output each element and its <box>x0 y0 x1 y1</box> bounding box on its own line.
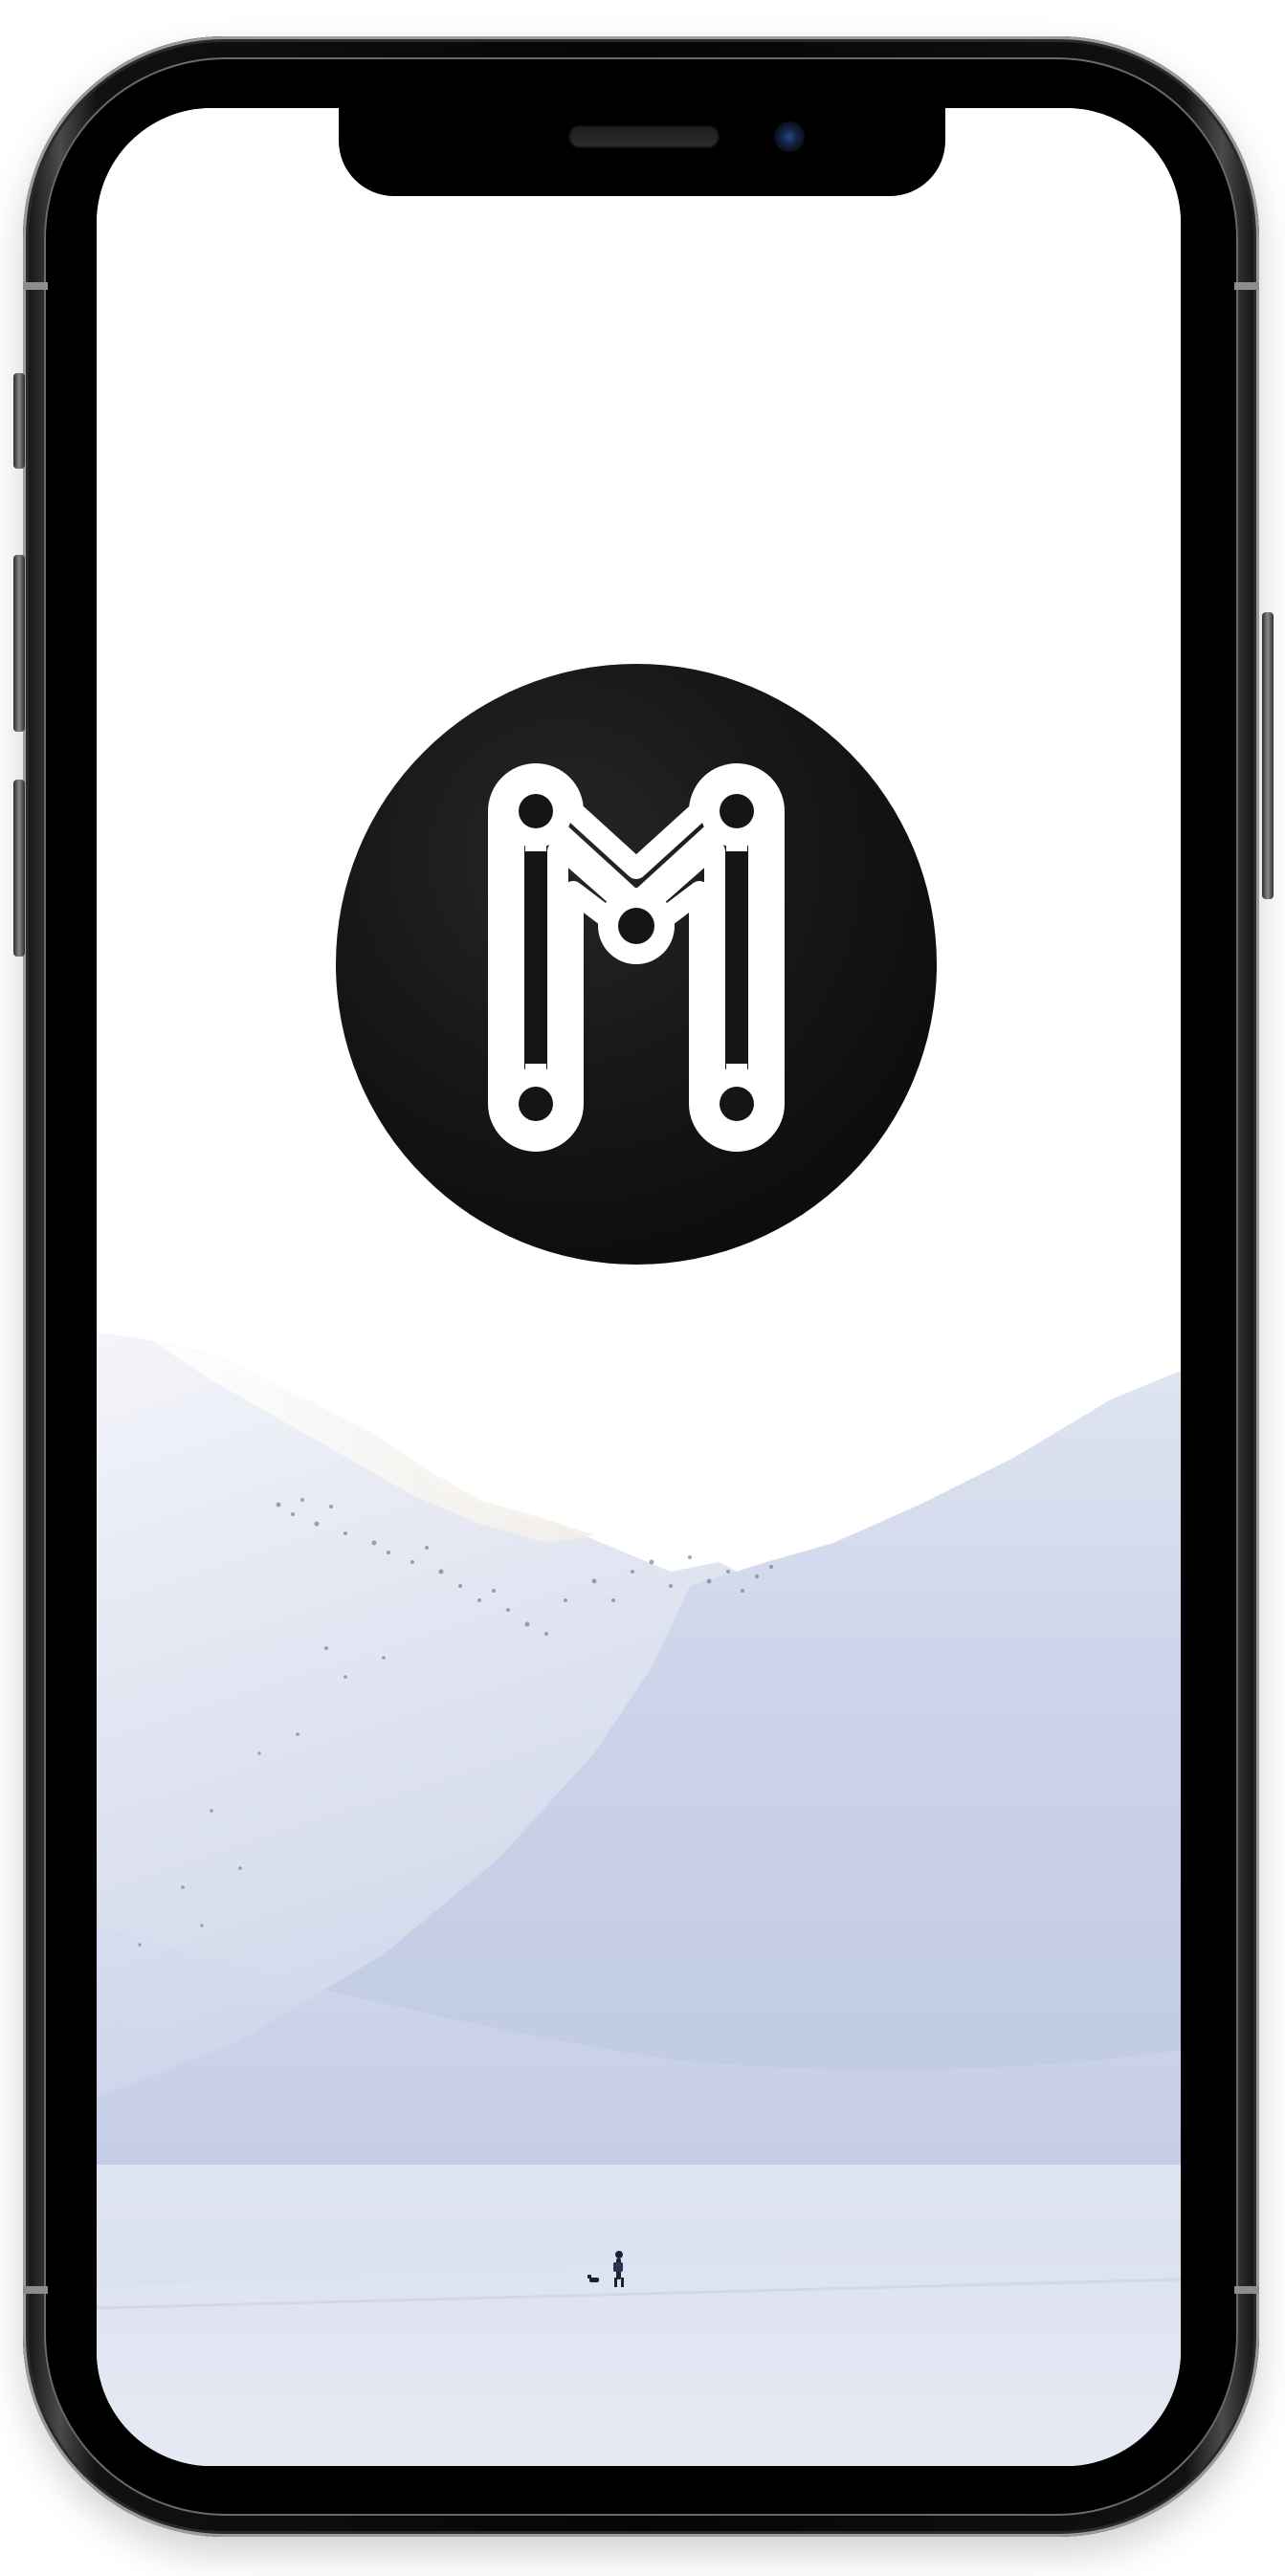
antenna-line-bottom-left <box>23 2286 48 2294</box>
monogram-m-icon <box>336 664 937 1265</box>
volume-down-button <box>13 780 25 957</box>
mute-switch <box>13 373 25 469</box>
earpiece-speaker <box>568 125 720 148</box>
antenna-line-top-right <box>1234 282 1259 290</box>
volume-up-button <box>13 555 25 732</box>
wallpaper-landscape <box>97 108 1181 2466</box>
power-button <box>1262 612 1274 899</box>
app-logo[interactable] <box>336 664 937 1265</box>
antenna-line-top-left <box>23 282 48 290</box>
phone-screen[interactable] <box>97 108 1181 2466</box>
device-notch <box>339 108 945 196</box>
front-camera <box>774 121 805 152</box>
antenna-line-bottom-right <box>1234 2286 1259 2294</box>
mockup-stage <box>0 0 1285 2576</box>
